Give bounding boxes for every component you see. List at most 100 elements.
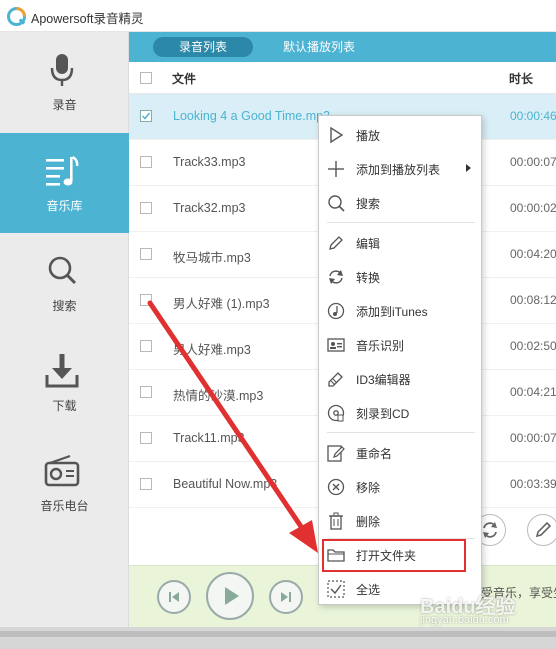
- sidebar-item-label: 音乐库: [46, 199, 83, 213]
- sidebar-item-record[interactable]: 录音: [0, 32, 129, 132]
- title-bar: Apowersoft录音精灵: [0, 0, 556, 32]
- row-file-name: Track11.mp3: [173, 431, 245, 445]
- play-icon: [330, 126, 344, 144]
- list-header: 文件 时长: [129, 62, 556, 94]
- menu-item-label: 添加到播放列表: [356, 163, 441, 177]
- row-duration: 00:04:20: [510, 247, 556, 261]
- convert-icon: [329, 270, 343, 284]
- menu-item-label: 搜索: [356, 197, 381, 211]
- row-duration: 00:02:50: [510, 339, 556, 353]
- menu-item-search[interactable]: 搜索: [319, 189, 481, 217]
- row-checkbox[interactable]: [140, 386, 152, 398]
- previous-button[interactable]: [157, 580, 191, 614]
- row-checkbox[interactable]: [140, 294, 152, 306]
- menu-item-burn-cd[interactable]: 刻录到CD: [319, 399, 481, 427]
- menu-item-remove[interactable]: 移除: [319, 473, 481, 501]
- horizontal-scrollbar[interactable]: [0, 631, 556, 637]
- arrow-head-icon: [289, 520, 318, 553]
- previous-icon: [169, 592, 179, 602]
- row-duration: 00:00:07: [510, 155, 556, 169]
- row-checkbox[interactable]: [140, 248, 152, 260]
- row-checkbox[interactable]: [140, 432, 152, 444]
- row-duration: 00:00:07: [510, 431, 556, 445]
- row-file-name: Track33.mp3: [173, 155, 246, 169]
- rename-icon: [327, 445, 345, 462]
- select-all-checkbox[interactable]: [140, 72, 152, 84]
- row-checkbox[interactable]: [140, 110, 152, 122]
- row-duration: 00:04:21: [510, 385, 556, 399]
- trash-icon: [329, 512, 343, 530]
- row-duration: 00:00:02: [510, 201, 556, 215]
- radio-icon: [44, 455, 80, 487]
- pencil-icon: [329, 236, 343, 250]
- select-all-icon: [327, 580, 345, 598]
- play-icon: [225, 587, 239, 605]
- sidebar-item-label: 下载: [52, 399, 77, 413]
- app-title: Apowersoft录音精灵: [31, 12, 144, 26]
- highlight-box: [322, 539, 466, 572]
- menu-item-label: 编辑: [356, 237, 381, 251]
- sidebar-item-label: 录音: [52, 98, 77, 112]
- id-card-icon: [327, 338, 345, 352]
- tab-default-playlist[interactable]: 默认播放列表: [269, 37, 369, 57]
- menu-separator: [327, 222, 475, 223]
- row-file-name: Track32.mp3: [173, 201, 246, 215]
- sidebar-item-label: 搜索: [52, 299, 77, 313]
- row-file-name: 男人好难 (1).mp3: [173, 297, 270, 311]
- menu-item-edit[interactable]: 编辑: [319, 229, 481, 257]
- column-header-file[interactable]: 文件: [172, 70, 196, 87]
- remove-icon: [327, 478, 345, 496]
- menu-item-play[interactable]: 播放: [319, 121, 481, 149]
- menu-item-add-to-playlist[interactable]: 添加到播放列表: [319, 155, 481, 183]
- window-bottom-strip: [0, 627, 556, 649]
- row-checkbox[interactable]: [140, 202, 152, 214]
- sidebar: 录音 音乐库 搜索 下载 音乐电台: [0, 32, 129, 627]
- row-checkbox[interactable]: [140, 340, 152, 352]
- menu-item-delete[interactable]: 删除: [319, 507, 481, 535]
- tag-edit-icon: [328, 372, 343, 387]
- itunes-icon: [327, 302, 345, 320]
- menu-item-id3-editor[interactable]: ID3编辑器: [319, 365, 481, 393]
- context-menu: 播放 添加到播放列表 搜索 编辑 转换 添加到iTunes 音乐识别 ID3编辑…: [318, 115, 482, 605]
- menu-item-label: 移除: [356, 481, 381, 495]
- column-header-duration[interactable]: 时长: [509, 70, 533, 87]
- play-button[interactable]: [206, 572, 254, 620]
- row-duration: 00:08:12: [510, 293, 556, 307]
- cd-icon: [327, 404, 345, 422]
- menu-item-label: 重命名: [356, 447, 393, 461]
- menu-item-add-to-itunes[interactable]: 添加到iTunes: [319, 297, 481, 325]
- edit-action-button[interactable]: [527, 514, 556, 546]
- sidebar-item-radio[interactable]: 音乐电台: [0, 433, 129, 533]
- sidebar-item-download[interactable]: 下载: [0, 333, 129, 433]
- music-library-icon: [46, 155, 79, 186]
- row-duration: 00:00:46: [510, 109, 556, 123]
- menu-item-label: 音乐识别: [356, 339, 405, 353]
- check-icon: [141, 112, 151, 120]
- tab-recording-list[interactable]: 录音列表: [153, 37, 253, 57]
- menu-item-label: 刻录到CD: [356, 407, 410, 421]
- tab-bar: 录音列表 默认播放列表: [129, 32, 556, 62]
- next-icon: [281, 592, 291, 602]
- menu-item-music-recognition[interactable]: 音乐识别: [319, 331, 481, 359]
- sidebar-item-label: 音乐电台: [40, 499, 89, 513]
- menu-item-rename[interactable]: 重命名: [319, 439, 481, 467]
- search-icon: [48, 256, 77, 285]
- microphone-icon: [50, 54, 74, 86]
- row-file-name: Looking 4 a Good Time.mp3: [173, 109, 331, 123]
- menu-item-label: 全选: [356, 583, 381, 597]
- menu-item-convert[interactable]: 转换: [319, 263, 481, 291]
- submenu-arrow-icon: [466, 164, 471, 172]
- menu-separator: [327, 432, 475, 433]
- menu-item-label: 添加到iTunes: [356, 305, 428, 319]
- next-button[interactable]: [269, 580, 303, 614]
- menu-item-label: 播放: [356, 129, 381, 143]
- watermark-url: jingyan.baidu.com: [420, 614, 509, 626]
- row-checkbox[interactable]: [140, 156, 152, 168]
- sidebar-item-music-library[interactable]: 音乐库: [0, 133, 129, 233]
- sidebar-item-search[interactable]: 搜索: [0, 233, 129, 333]
- row-file-name: 牧马城市.mp3: [173, 251, 251, 265]
- menu-item-label: ID3编辑器: [356, 373, 411, 387]
- row-duration: 00:03:39: [510, 477, 556, 491]
- row-checkbox[interactable]: [140, 478, 152, 490]
- row-file-name: Beautiful Now.mp3: [173, 477, 278, 491]
